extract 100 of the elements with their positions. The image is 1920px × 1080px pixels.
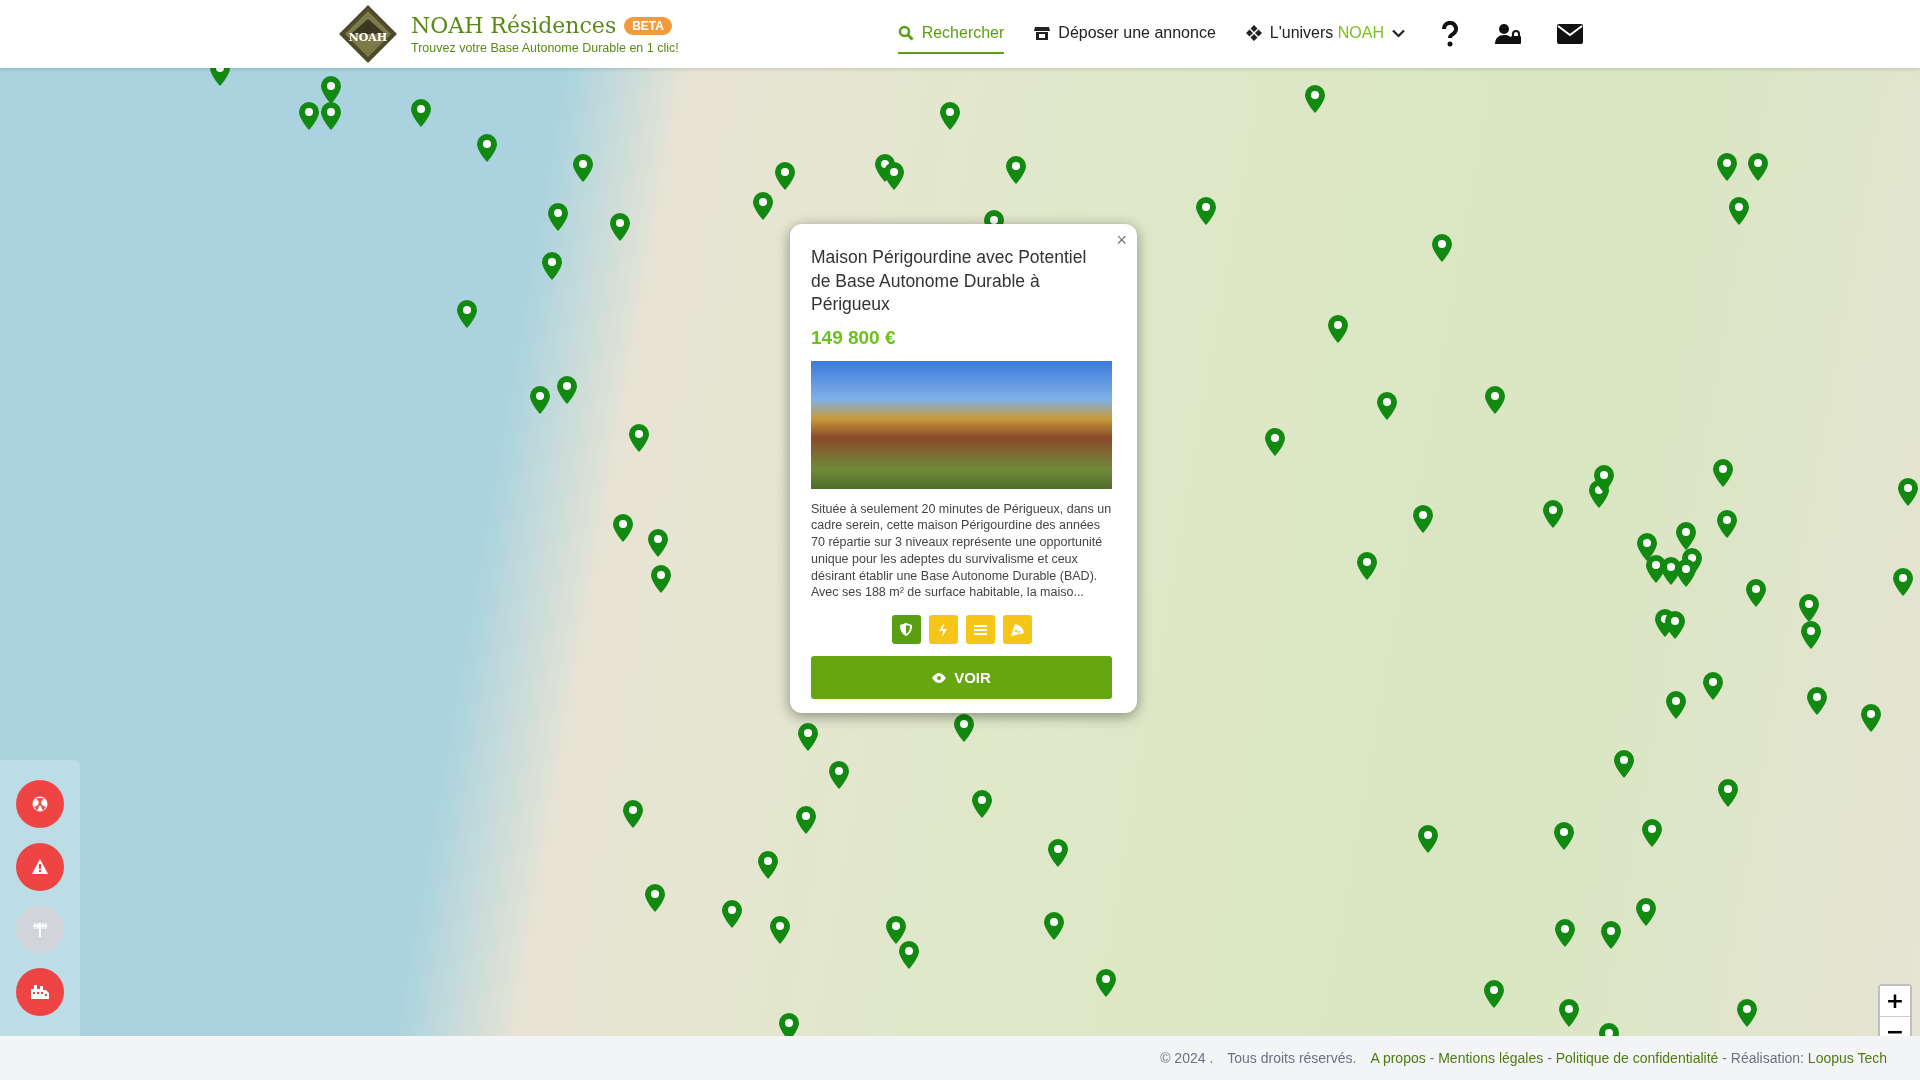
map-pin-icon[interactable] — [757, 851, 778, 880]
map-pin-icon[interactable] — [1356, 552, 1377, 581]
map-pin-icon[interactable] — [774, 161, 795, 190]
map-pin-icon[interactable] — [1636, 532, 1657, 561]
map-pin-icon[interactable] — [778, 1012, 799, 1036]
map-pin-icon[interactable] — [1897, 477, 1918, 506]
map-pin-icon[interactable] — [320, 101, 341, 130]
nav-link[interactable]: Déposer une annonce — [1034, 14, 1216, 54]
map-pin-icon[interactable] — [1861, 704, 1881, 733]
map-pin-icon[interactable] — [645, 884, 666, 913]
copyright-text: © 2024 . — [1160, 1050, 1214, 1066]
map-pin-icon[interactable] — [1594, 465, 1615, 494]
map-pin-icon[interactable] — [886, 916, 907, 945]
map-pin-icon[interactable] — [898, 940, 919, 969]
map-pin-icon[interactable] — [548, 203, 569, 232]
map-pin-icon[interactable] — [1377, 392, 1398, 420]
waves-icon — [973, 624, 987, 635]
map-pin-icon[interactable] — [298, 101, 319, 130]
map-pin-icon[interactable] — [1676, 558, 1697, 587]
help-icon[interactable] — [1441, 21, 1459, 47]
map-pin-icon[interactable] — [1748, 153, 1769, 182]
map-pin-icon[interactable] — [1798, 594, 1819, 623]
map-pin-icon[interactable] — [1716, 509, 1737, 538]
map-pin-icon[interactable] — [1047, 838, 1068, 867]
map-pin-icon[interactable] — [613, 514, 634, 543]
map-pin-icon[interactable] — [609, 213, 630, 242]
map-pin-icon[interactable] — [752, 192, 773, 221]
map-pin-icon[interactable] — [1807, 687, 1828, 716]
map-pin-icon[interactable] — [1485, 385, 1506, 414]
map-pin-icon[interactable] — [1665, 611, 1686, 640]
radiation-icon — [32, 796, 48, 813]
layer-toggle-button[interactable] — [16, 905, 64, 954]
map-pin-icon[interactable] — [1635, 897, 1656, 926]
zoom-out-button[interactable]: − — [1880, 1016, 1910, 1036]
layer-toggle-button[interactable] — [16, 842, 64, 891]
map-pin-icon[interactable] — [1264, 427, 1285, 456]
map-pin-icon[interactable] — [1892, 568, 1913, 597]
map-pin-icon[interactable] — [1676, 521, 1697, 550]
logo-icon[interactable]: NOAH — [337, 3, 399, 65]
close-button[interactable]: × — [1112, 228, 1131, 253]
map-pin-icon[interactable] — [572, 154, 593, 183]
map-pin-icon[interactable] — [883, 161, 904, 190]
map-pin-icon[interactable] — [1044, 912, 1065, 941]
map-pin-icon[interactable] — [953, 714, 974, 743]
map-pin-icon[interactable] — [1801, 620, 1821, 649]
map-pin-icon[interactable] — [556, 376, 577, 405]
eye-icon — [932, 672, 947, 683]
warning-icon — [32, 859, 48, 875]
footer-link[interactable]: A propos — [1370, 1050, 1426, 1066]
footer-link[interactable]: Loopus Tech — [1807, 1050, 1887, 1066]
map-pin-icon[interactable] — [411, 99, 432, 128]
map-pin-icon[interactable] — [456, 300, 477, 329]
map-pin-icon[interactable] — [1432, 234, 1453, 263]
map-pin-icon[interactable] — [647, 529, 668, 558]
map-pin-icon[interactable] — [1417, 825, 1438, 854]
map-pin-icon[interactable] — [1703, 672, 1724, 701]
map-pin-icon[interactable] — [1196, 197, 1217, 226]
map-pin-icon[interactable] — [1601, 920, 1622, 949]
map-pin-icon[interactable] — [1483, 979, 1504, 1008]
map-pin-icon[interactable] — [623, 799, 644, 828]
map-pin-icon[interactable] — [1712, 459, 1733, 488]
mail-icon[interactable] — [1557, 24, 1583, 44]
map-pin-icon[interactable] — [629, 423, 650, 452]
map-pin-icon[interactable] — [1412, 504, 1433, 533]
map-pin-icon[interactable] — [1728, 197, 1749, 226]
map-pin-icon[interactable] — [477, 133, 498, 162]
map-pin-icon[interactable] — [1737, 999, 1758, 1028]
map-pin-icon[interactable] — [1006, 155, 1027, 184]
map-pin-icon[interactable] — [1542, 499, 1563, 528]
map-pin-icon[interactable] — [828, 760, 849, 789]
map-pin-icon[interactable] — [798, 722, 819, 751]
map-pin-icon[interactable] — [1558, 999, 1579, 1028]
user-lock-icon[interactable] — [1495, 23, 1521, 45]
map-pin-icon[interactable] — [1328, 314, 1349, 343]
map-pin-icon[interactable] — [651, 564, 672, 593]
layer-toggle-button[interactable] — [16, 780, 64, 829]
view-button[interactable]: VOIR — [811, 656, 1112, 700]
map-pin-icon[interactable] — [940, 101, 961, 130]
map-pin-icon[interactable] — [1613, 749, 1634, 778]
nav-link[interactable]: L'univers NOAH — [1245, 14, 1405, 54]
map-pin-icon[interactable] — [1666, 690, 1687, 719]
map-pin-icon[interactable] — [1641, 819, 1662, 848]
map-pin-icon[interactable] — [1717, 778, 1738, 807]
map-pin-icon[interactable] — [972, 789, 993, 818]
map-pin-icon[interactable] — [795, 805, 816, 834]
footer-link[interactable]: Mentions légales — [1438, 1050, 1544, 1066]
map-pin-icon[interactable] — [1553, 821, 1574, 850]
map-pin-icon[interactable] — [1305, 84, 1326, 113]
map-pin-icon[interactable] — [1745, 579, 1766, 608]
map-pin-icon[interactable] — [530, 385, 550, 414]
map-pin-icon[interactable] — [722, 900, 743, 929]
map-pin-icon[interactable] — [542, 252, 563, 281]
map-pin-icon[interactable] — [1554, 918, 1575, 947]
map-pin-icon[interactable] — [320, 76, 341, 105]
map-pin-icon[interactable] — [1095, 968, 1116, 997]
map-pin-icon[interactable] — [770, 916, 790, 945]
map-pin-icon[interactable] — [1716, 153, 1737, 182]
footer-link[interactable]: Politique de confidentialité — [1555, 1050, 1719, 1066]
layer-toggle-button[interactable] — [16, 967, 64, 1016]
nav-link[interactable]: Rechercher — [897, 14, 1005, 54]
